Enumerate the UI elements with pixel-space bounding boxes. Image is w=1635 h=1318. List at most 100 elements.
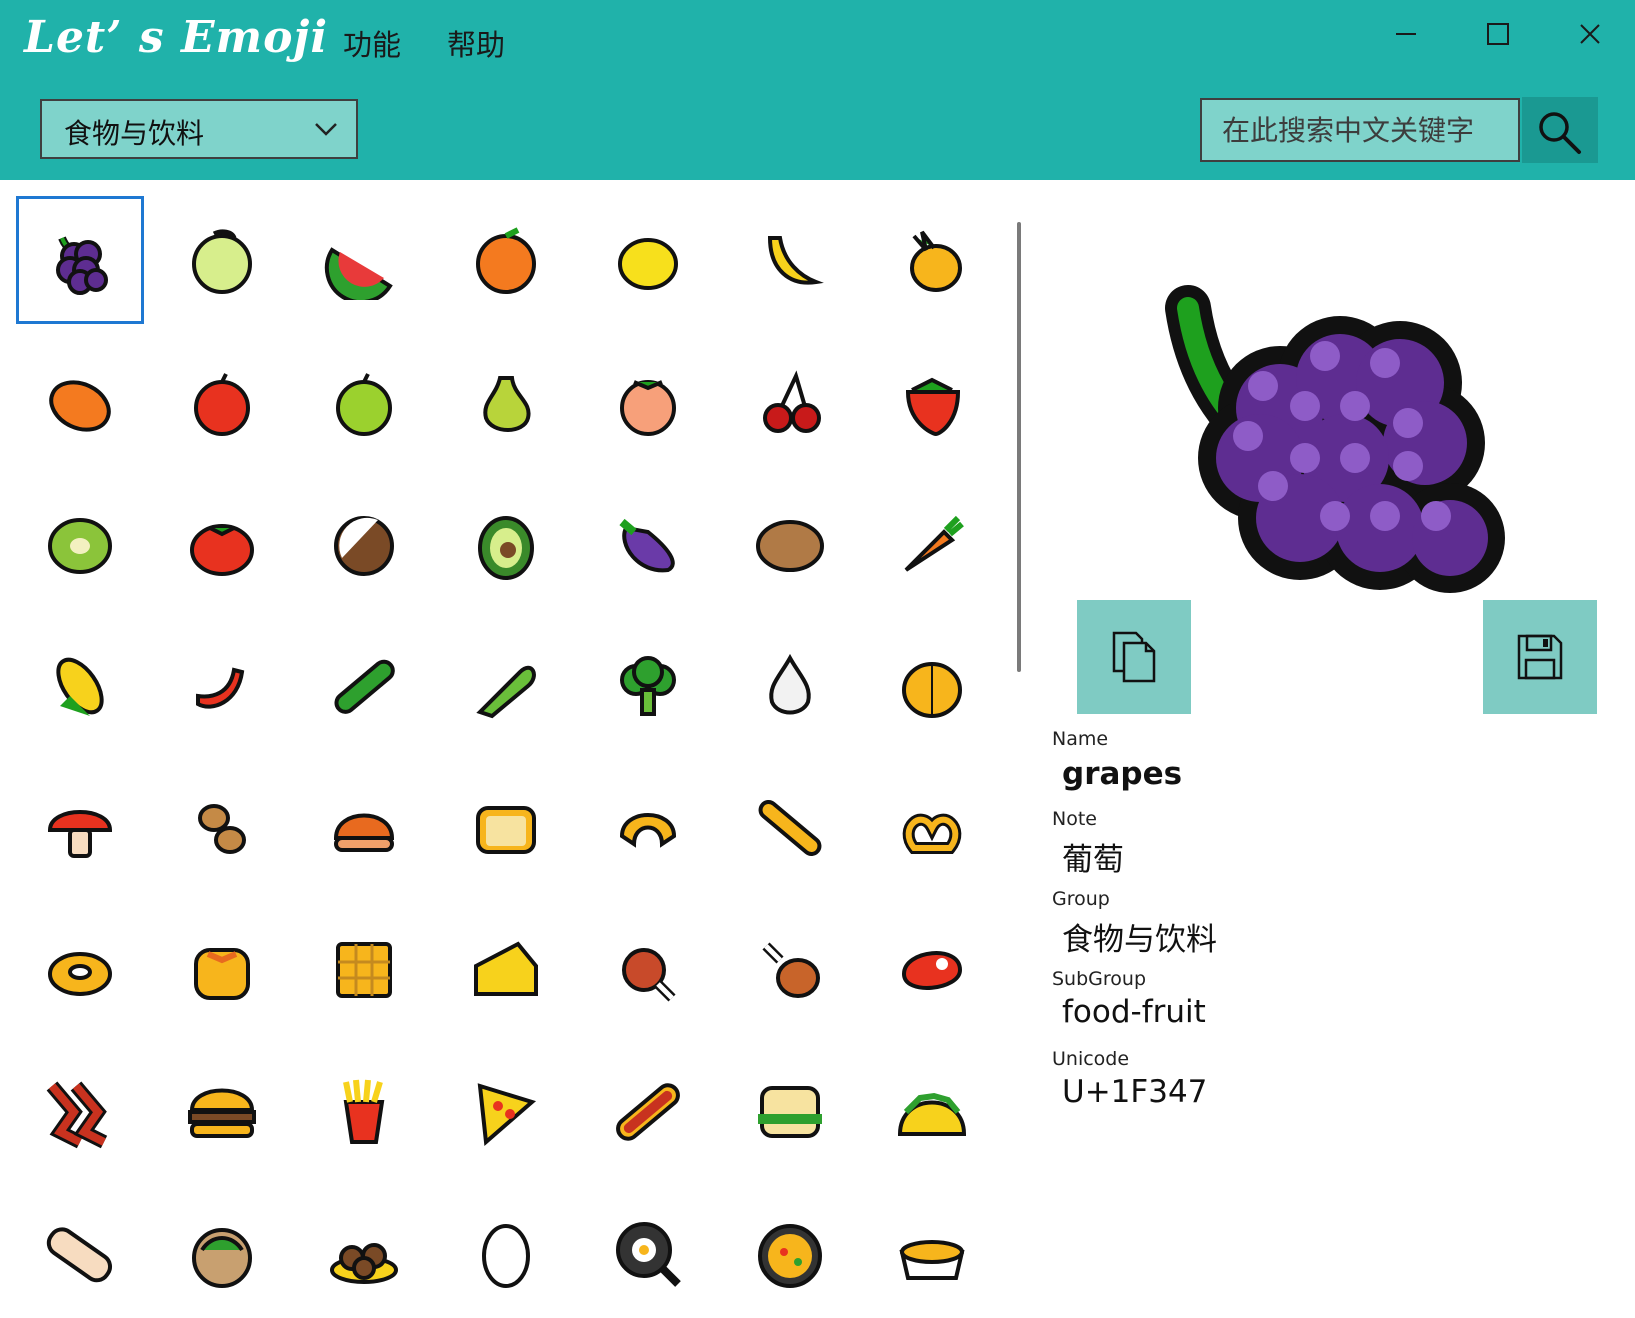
- unicode-label: Unicode: [1052, 1048, 1130, 1070]
- emoji-cooking[interactable]: [584, 1190, 712, 1318]
- emoji-eggplant[interactable]: [584, 480, 712, 608]
- copy-button[interactable]: [1077, 600, 1191, 714]
- emoji-potato[interactable]: [726, 480, 854, 608]
- emoji-french-fries[interactable]: [300, 1048, 428, 1176]
- emoji-grapes[interactable]: [16, 196, 144, 324]
- emoji-bagel[interactable]: [16, 906, 144, 1034]
- emoji-shallow-pan-of-food[interactable]: [726, 1190, 854, 1318]
- selected-emoji-preview: [1165, 285, 1505, 593]
- menu-help[interactable]: 帮助: [447, 22, 505, 64]
- emoji-pear[interactable]: [442, 338, 570, 466]
- emoji-lemon[interactable]: [584, 196, 712, 324]
- group-value: 食物与饮料: [1062, 922, 1217, 958]
- save-icon: [1517, 634, 1563, 680]
- note-label: Note: [1052, 808, 1097, 830]
- emoji-croissant[interactable]: [584, 764, 712, 892]
- close-button[interactable]: [1560, 12, 1620, 56]
- search-input[interactable]: [1200, 98, 1520, 162]
- emoji-strawberry[interactable]: [868, 338, 996, 466]
- peanuts-icon: [198, 804, 246, 854]
- tomato-icon: [190, 524, 254, 576]
- emoji-pineapple[interactable]: [868, 196, 996, 324]
- emoji-avocado[interactable]: [442, 480, 570, 608]
- emoji-broccoli[interactable]: [584, 622, 712, 750]
- emoji-corn[interactable]: [16, 622, 144, 750]
- emoji-cut-of-meat[interactable]: [868, 906, 996, 1034]
- emoji-watermelon[interactable]: [300, 196, 428, 324]
- carrot-icon: [904, 515, 964, 572]
- emoji-cheese[interactable]: [442, 906, 570, 1034]
- emoji-falafel[interactable]: [300, 1190, 428, 1318]
- emoji-mushroom[interactable]: [16, 764, 144, 892]
- leafy-green-icon: [476, 665, 536, 719]
- emoji-pizza[interactable]: [442, 1048, 570, 1176]
- emoji-carrot[interactable]: [868, 480, 996, 608]
- garlic-icon: [769, 653, 811, 715]
- emoji-pretzel[interactable]: [868, 764, 996, 892]
- emoji-tangerine[interactable]: [442, 196, 570, 324]
- emoji-peanuts[interactable]: [158, 764, 286, 892]
- minimize-button[interactable]: [1376, 12, 1436, 56]
- emoji-banana[interactable]: [726, 196, 854, 324]
- emoji-burrito[interactable]: [16, 1190, 144, 1318]
- app-title: Let’ s Emoji: [24, 12, 329, 63]
- emoji-tomato[interactable]: [158, 480, 286, 608]
- emoji-bacon[interactable]: [16, 1048, 144, 1176]
- emoji-baguette[interactable]: [726, 764, 854, 892]
- emoji-hamburger[interactable]: [158, 1048, 286, 1176]
- poultry-leg-icon: [762, 942, 820, 998]
- search-icon: [1539, 112, 1581, 154]
- category-dropdown[interactable]: 食物与饮料: [40, 99, 358, 159]
- baguette-icon: [758, 800, 822, 856]
- emoji-stuffed-flatbread[interactable]: [158, 1190, 286, 1318]
- emoji-pot-of-food[interactable]: [868, 1190, 996, 1318]
- kiwi-icon: [48, 518, 112, 574]
- emoji-hot-dog[interactable]: [584, 1048, 712, 1176]
- lemon-icon: [618, 238, 678, 290]
- emoji-mango[interactable]: [16, 338, 144, 466]
- emoji-red-apple[interactable]: [158, 338, 286, 466]
- tangerine-icon: [476, 227, 536, 294]
- emoji-hot-pepper[interactable]: [158, 622, 286, 750]
- emoji-chestnut[interactable]: [300, 764, 428, 892]
- emoji-sandwich[interactable]: [726, 1048, 854, 1176]
- emoji-waffle[interactable]: [300, 906, 428, 1034]
- emoji-poultry-leg[interactable]: [726, 906, 854, 1034]
- emoji-leafy-green[interactable]: [442, 622, 570, 750]
- emoji-coconut[interactable]: [300, 480, 428, 608]
- emoji-bread[interactable]: [442, 764, 570, 892]
- eggplant-icon: [619, 518, 675, 573]
- emoji-kiwi[interactable]: [16, 480, 144, 608]
- menu-features[interactable]: 功能: [343, 22, 401, 64]
- pretzel-icon: [902, 813, 962, 854]
- hot-pepper-icon: [196, 667, 245, 709]
- broccoli-icon: [620, 656, 676, 716]
- corn-icon: [56, 657, 104, 716]
- emoji-meat-on-bone[interactable]: [584, 906, 712, 1034]
- maximize-button[interactable]: [1468, 12, 1528, 56]
- red-apple-icon: [194, 373, 250, 436]
- french-fries-icon: [343, 1079, 385, 1144]
- emoji-pancakes[interactable]: [158, 906, 286, 1034]
- emoji-onion[interactable]: [868, 622, 996, 750]
- emoji-egg[interactable]: [442, 1190, 570, 1318]
- emoji-taco[interactable]: [868, 1048, 996, 1176]
- banana-icon: [767, 236, 824, 285]
- hamburger-icon: [188, 1088, 256, 1138]
- save-button[interactable]: [1483, 600, 1597, 714]
- melon-icon: [192, 229, 252, 294]
- emoji-green-apple[interactable]: [300, 338, 428, 466]
- copy-icon: [1112, 631, 1156, 683]
- group-label: Group: [1052, 888, 1110, 910]
- bread-icon: [476, 806, 536, 854]
- emoji-grid: [0, 180, 1000, 1310]
- grid-scrollbar[interactable]: [1017, 222, 1021, 672]
- chestnut-icon: [333, 813, 395, 852]
- emoji-garlic[interactable]: [726, 622, 854, 750]
- emoji-cucumber[interactable]: [300, 622, 428, 750]
- emoji-peach[interactable]: [584, 338, 712, 466]
- search-button[interactable]: [1522, 97, 1598, 163]
- emoji-melon[interactable]: [158, 196, 286, 324]
- emoji-cherries[interactable]: [726, 338, 854, 466]
- potato-icon: [756, 520, 824, 572]
